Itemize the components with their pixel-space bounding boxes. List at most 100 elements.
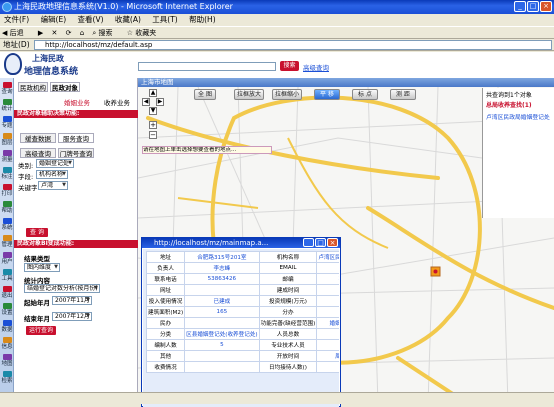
mark-point-button[interactable]: 标 点 <box>352 89 378 100</box>
menu-bar: 文件(F) 编辑(E) 查看(V) 收藏(A) 工具(T) 帮助(H) <box>0 14 554 26</box>
address-input[interactable]: http://localhost/mz/default.asp <box>34 40 552 50</box>
search-button[interactable]: ⌕ 搜索 <box>92 29 118 37</box>
nav-item[interactable]: 退出 <box>1 286 13 299</box>
field-label: 功能完善(缺经营范围) <box>258 317 318 329</box>
pan-button[interactable]: 平 移 <box>314 89 340 100</box>
menu-help[interactable]: 帮助(H) <box>189 15 216 24</box>
field-label: 日均接待人数() <box>258 361 318 373</box>
query-button[interactable]: 查 询 <box>26 228 48 237</box>
nav-item[interactable]: 查询 <box>1 82 13 95</box>
tab-house-number[interactable]: 门牌号查询 <box>58 148 94 158</box>
table-row: 建筑面积(M2)165分办区县级 <box>145 306 339 318</box>
pan-left-icon[interactable]: ◀ <box>142 98 150 106</box>
search-input[interactable] <box>138 62 276 71</box>
nav-item[interactable]: 帮助 <box>1 201 13 214</box>
result-item[interactable]: 卢湾区民政局婚姻登记处 <box>486 112 550 121</box>
close-icon[interactable]: × <box>540 1 552 12</box>
subtab-adoption[interactable]: 收养业务 <box>104 97 130 107</box>
tab-objects[interactable]: 民政对象 <box>50 82 80 92</box>
type-select[interactable]: 婚姻登记处 <box>36 159 74 168</box>
tab-advanced-query[interactable]: 高级查询 <box>20 148 56 158</box>
nav-item[interactable]: 标注 <box>1 167 13 180</box>
header-search-button[interactable]: 搜索 <box>280 61 299 71</box>
popup-minimize-icon[interactable]: _ <box>303 238 314 247</box>
start-month-input[interactable]: 2007年11月 <box>52 296 92 305</box>
keyword-label: 关键字: <box>18 184 40 192</box>
zoom-in-icon[interactable]: + <box>149 121 157 129</box>
measure-button[interactable]: 测 距 <box>390 89 416 100</box>
maximize-icon[interactable]: □ <box>527 1 539 12</box>
nav-item[interactable]: 专题 <box>1 116 13 129</box>
field-value <box>316 361 339 373</box>
nav-item-icon <box>2 235 12 241</box>
field-value <box>184 284 260 296</box>
type-label: 类别: <box>18 162 34 170</box>
end-month-input[interactable]: 2007年12月 <box>52 312 92 321</box>
tab-cached-data[interactable]: 缓查数据 <box>20 133 56 143</box>
field-value: 周一至周六 <box>316 350 339 362</box>
nav-item[interactable]: 检索 <box>1 371 13 384</box>
popup-maximize-icon[interactable]: □ <box>315 238 326 247</box>
field-label: 编制人数 <box>145 339 186 351</box>
nav-item-icon <box>2 252 12 258</box>
pan-control[interactable]: ▲ ◀ ▶ ▼ <box>142 89 164 119</box>
nav-item[interactable]: 管理 <box>1 235 13 248</box>
nav-item[interactable]: 信息 <box>1 337 13 350</box>
nav-item[interactable]: 数据 <box>1 320 13 333</box>
subtab-marriage[interactable]: 婚姻业务 <box>64 97 90 107</box>
zoom-in-box-button[interactable]: 拉框放大 <box>234 89 264 100</box>
nav-item[interactable]: 打印 <box>1 184 13 197</box>
nav-item[interactable]: 图层 <box>1 133 13 146</box>
tab-organizations[interactable]: 民政机构 <box>18 82 48 92</box>
stop-icon[interactable]: ✕ <box>51 29 57 37</box>
map-hint: 请在地图上单击选择想要查看的地点... <box>142 146 272 154</box>
pan-up-icon[interactable]: ▲ <box>149 89 157 97</box>
favorites-button[interactable]: ☆ 收藏夹 <box>127 29 163 37</box>
refresh-icon[interactable]: ⟳ <box>66 29 72 37</box>
nav-item-label: 测量 <box>1 157 13 163</box>
menu-view[interactable]: 查看(V) <box>78 15 104 24</box>
minimize-icon[interactable]: _ <box>514 1 526 12</box>
menu-file[interactable]: 文件(F) <box>4 15 29 24</box>
popup-titlebar: http://localhost/mz/mainmap.a... _ □ × <box>142 238 340 248</box>
forward-icon[interactable]: ▶ <box>38 29 43 37</box>
nav-item[interactable]: 设置 <box>1 303 13 316</box>
home-icon[interactable]: ⌂ <box>80 29 84 37</box>
back-button[interactable]: ◀ 后退 <box>2 29 30 37</box>
run-query-button[interactable]: 运行查询 <box>26 326 56 335</box>
nav-item[interactable]: 测量 <box>1 150 13 163</box>
field-select[interactable]: 机构名称 <box>36 170 68 179</box>
result-type-select[interactable]: 图内维度 <box>24 263 60 272</box>
result-type-label: 结果类型 <box>24 255 50 263</box>
field-label: 专业技术人员 <box>258 339 318 351</box>
pan-down-icon[interactable]: ▼ <box>149 107 157 115</box>
keyword-input[interactable]: 卢湾 <box>38 181 68 190</box>
nav-item-icon <box>2 337 12 343</box>
field-label: EMAIL <box>258 262 318 274</box>
zoom-out-box-button[interactable]: 拉框缩小 <box>272 89 302 100</box>
advanced-search-link[interactable]: 高级查询 <box>303 62 329 72</box>
start-month-label: 起始年月 <box>24 299 50 307</box>
nav-item-icon <box>2 167 12 173</box>
nav-item[interactable]: 统计 <box>1 99 13 112</box>
menu-tools[interactable]: 工具(T) <box>152 15 177 24</box>
popup-close-icon[interactable]: × <box>327 238 338 247</box>
nav-item-label: 退出 <box>1 293 13 299</box>
nav-item-label: 专题 <box>1 123 13 129</box>
tab-service-query[interactable]: 服务查询 <box>58 133 94 143</box>
nav-item[interactable]: 工具 <box>1 269 13 282</box>
field-label: 收费情况 <box>145 361 186 373</box>
nav-item[interactable]: 系统 <box>1 218 13 231</box>
nav-item[interactable]: 地图 <box>1 354 13 367</box>
zoom-out-icon[interactable]: − <box>149 131 157 139</box>
nav-item-icon <box>2 150 12 156</box>
stat-content-select[interactable]: 结婚登记对数分析(按月份) <box>24 284 100 293</box>
full-extent-button[interactable]: 全 图 <box>194 89 216 100</box>
field-value: 李志峰 <box>184 262 260 274</box>
section-decision-header: 民政对象辅助决策功能: <box>14 110 138 118</box>
menu-favorites[interactable]: 收藏(A) <box>115 15 141 24</box>
field-value: 合肥路315号201室 <box>184 251 260 263</box>
pan-right-icon[interactable]: ▶ <box>156 98 164 106</box>
menu-edit[interactable]: 编辑(E) <box>41 15 67 24</box>
nav-item[interactable]: 用户 <box>1 252 13 265</box>
